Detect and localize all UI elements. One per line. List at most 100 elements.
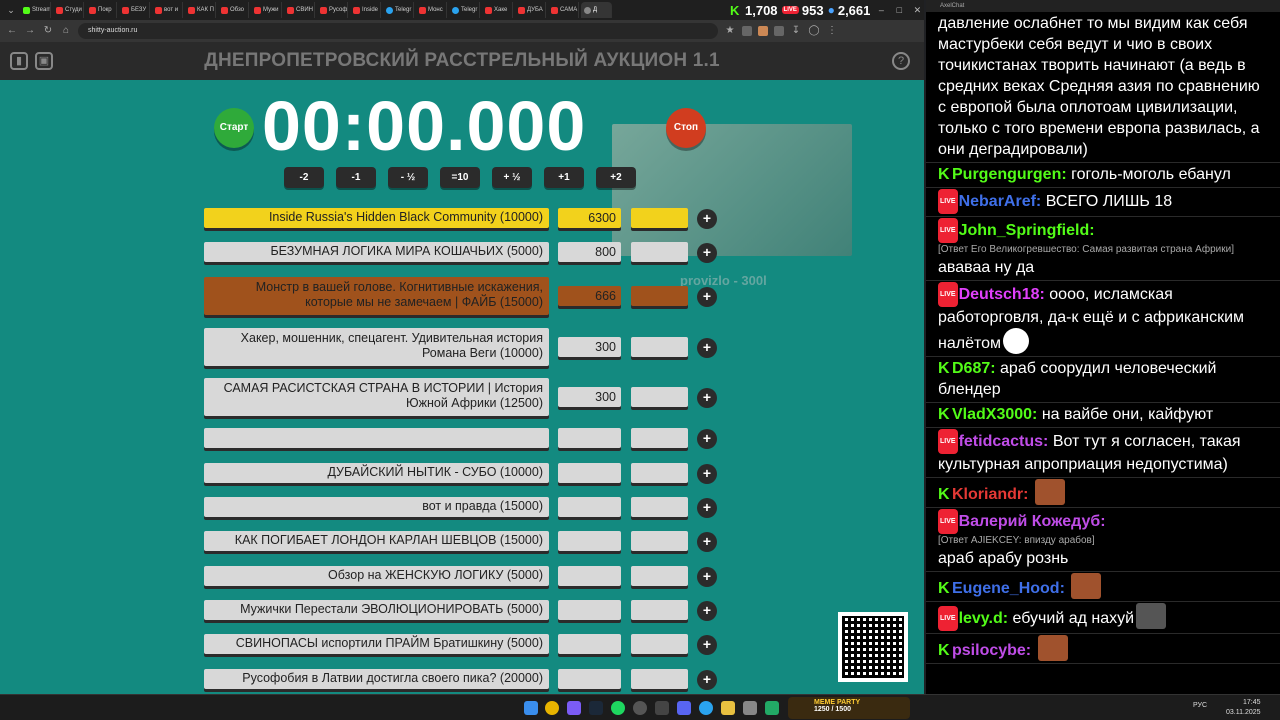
lot-bid-input[interactable] [631,242,688,262]
home-icon[interactable]: ⌂ [60,25,72,37]
browser-tab[interactable]: ДУБА [515,2,546,18]
lot-price-field[interactable]: 666 [558,286,621,306]
extension-icon[interactable] [758,26,768,36]
browser-tab[interactable]: Хаке [482,2,513,18]
lot-name-field[interactable]: Обзор на ЖЕНСКУЮ ЛОГИКУ (5000) [204,566,549,586]
windows-start-icon[interactable] [524,701,538,715]
lot-price-field[interactable]: 800 [558,242,621,262]
lot-price-field[interactable] [558,463,621,483]
add-bid-button[interactable]: + [697,287,717,307]
lot-bid-input[interactable] [631,531,688,551]
twitch-icon[interactable] [567,701,581,715]
lot-bid-input[interactable] [631,286,688,306]
lot-name-field[interactable]: САМАЯ РАСИСТСКАЯ СТРАНА В ИСТОРИИ | Исто… [204,378,549,416]
lot-bid-input[interactable] [631,497,688,517]
lot-bid-input[interactable] [631,600,688,620]
folder-icon[interactable] [721,701,735,715]
lot-price-field[interactable] [558,497,621,517]
timer-step-button[interactable]: +1 [544,167,584,188]
timer-step-button[interactable]: - ½ [388,167,428,188]
add-bid-button[interactable]: + [697,243,717,263]
lot-price-field[interactable] [558,531,621,551]
sidebar-toggle-icon[interactable]: ▮ [10,52,28,70]
browser-tab[interactable]: Мужи [251,2,282,18]
add-bid-button[interactable]: + [697,338,717,358]
timer-step-button[interactable]: +2 [596,167,636,188]
clock[interactable]: 17:45 03.11.2025 [1226,698,1261,718]
lot-price-field[interactable] [558,600,621,620]
back-arrow-icon[interactable]: ← [6,25,18,37]
telegram-icon[interactable] [699,701,713,715]
timer-step-button[interactable]: -1 [336,167,376,188]
chat-username[interactable]: Purgengurgen: [952,166,1067,183]
browser-tab[interactable]: КАК П [185,2,216,18]
timer-step-button[interactable]: + ½ [492,167,532,188]
browser-tab[interactable]: Обзо [218,2,249,18]
stop-button[interactable]: Стоп [666,108,706,148]
spotify-icon[interactable] [611,701,625,715]
lot-name-field[interactable]: Мужички Перестали ЭВОЛЮЦИОНИРОВАТЬ (5000… [204,600,549,620]
forward-arrow-icon[interactable]: → [24,25,36,37]
keyboard-language[interactable]: РУС [1193,702,1207,709]
lot-price-field[interactable]: 6300 [558,208,621,228]
chat-username[interactable]: John_Springfield: [959,222,1095,239]
lot-name-field[interactable]: Монстр в вашей голове. Когнитивные искаж… [204,277,549,315]
save-icon[interactable]: ▣ [35,52,53,70]
url-field[interactable]: shitty-auction.ru [78,23,718,39]
browser-tab[interactable]: вот и [152,2,183,18]
chat-username[interactable]: fetidcactus: [959,433,1049,450]
maximize-icon[interactable]: □ [892,3,906,17]
steam-icon[interactable] [589,701,603,715]
lot-name-field[interactable]: Хакер, мошенник, спецагент. Удивительная… [204,328,549,366]
downloads-icon[interactable]: ↧ [790,25,802,37]
chat-username[interactable]: levy.d: [959,610,1009,627]
discord-icon[interactable] [677,701,691,715]
app-icon[interactable] [655,701,669,715]
lot-bid-input[interactable] [631,428,688,448]
browser-tab[interactable]: Д [581,2,612,18]
lot-price-field[interactable]: 300 [558,337,621,357]
lot-bid-input[interactable] [631,337,688,357]
timer-step-button[interactable]: =10 [440,167,480,188]
chrome-icon[interactable] [545,701,559,715]
reload-icon[interactable]: ↻ [42,25,54,37]
browser-tab[interactable]: Stream [20,2,51,18]
chat-username[interactable]: Eugene_Hood: [952,580,1065,597]
chat-username[interactable]: Deutsch18: [959,286,1045,303]
lot-bid-input[interactable] [631,387,688,407]
tab-search-icon[interactable]: ⌄ [4,3,18,17]
lot-name-field[interactable]: СВИНОПАСЫ испортили ПРАЙМ Братишкину (50… [204,634,549,654]
chat-username[interactable]: VladX3000: [952,406,1037,423]
browser-tab[interactable]: Покр [86,2,117,18]
browser-tab[interactable]: БЕЗУ [119,2,150,18]
lot-bid-input[interactable] [631,208,688,228]
add-bid-button[interactable]: + [697,464,717,484]
timer-step-button[interactable]: -2 [284,167,324,188]
chat-username[interactable]: D687: [952,360,996,377]
add-bid-button[interactable]: + [697,429,717,449]
add-bid-button[interactable]: + [697,209,717,229]
add-bid-button[interactable]: + [697,601,717,621]
add-bid-button[interactable]: + [697,498,717,518]
lot-name-field[interactable]: вот и правда (15000) [204,497,549,517]
browser-tab[interactable]: Монс [416,2,447,18]
app-icon[interactable] [743,701,757,715]
lot-name-field[interactable]: Русофобия в Латвии достигла своего пика?… [204,669,549,689]
lot-bid-input[interactable] [631,669,688,689]
lot-name-field[interactable]: ДУБАЙСКИЙ НЫТИК - СУБО (10000) [204,463,549,483]
obs-icon[interactable] [633,701,647,715]
lot-bid-input[interactable] [631,463,688,483]
chat-username[interactable]: Валерий Кожедуб: [959,513,1106,530]
browser-tab[interactable]: Inside [350,2,381,18]
lot-price-field[interactable]: 300 [558,387,621,407]
lot-price-field[interactable] [558,566,621,586]
chat-username[interactable]: psilocybe: [952,642,1031,659]
browser-tab[interactable]: Русоф [317,2,348,18]
start-button[interactable]: Старт [214,108,254,148]
lot-price-field[interactable] [558,669,621,689]
browser-tab[interactable]: САМА [548,2,579,18]
lot-price-field[interactable] [558,428,621,448]
help-icon[interactable]: ? [892,52,910,70]
browser-tab[interactable]: Telegr [449,2,480,18]
browser-tab[interactable]: Студи [53,2,84,18]
